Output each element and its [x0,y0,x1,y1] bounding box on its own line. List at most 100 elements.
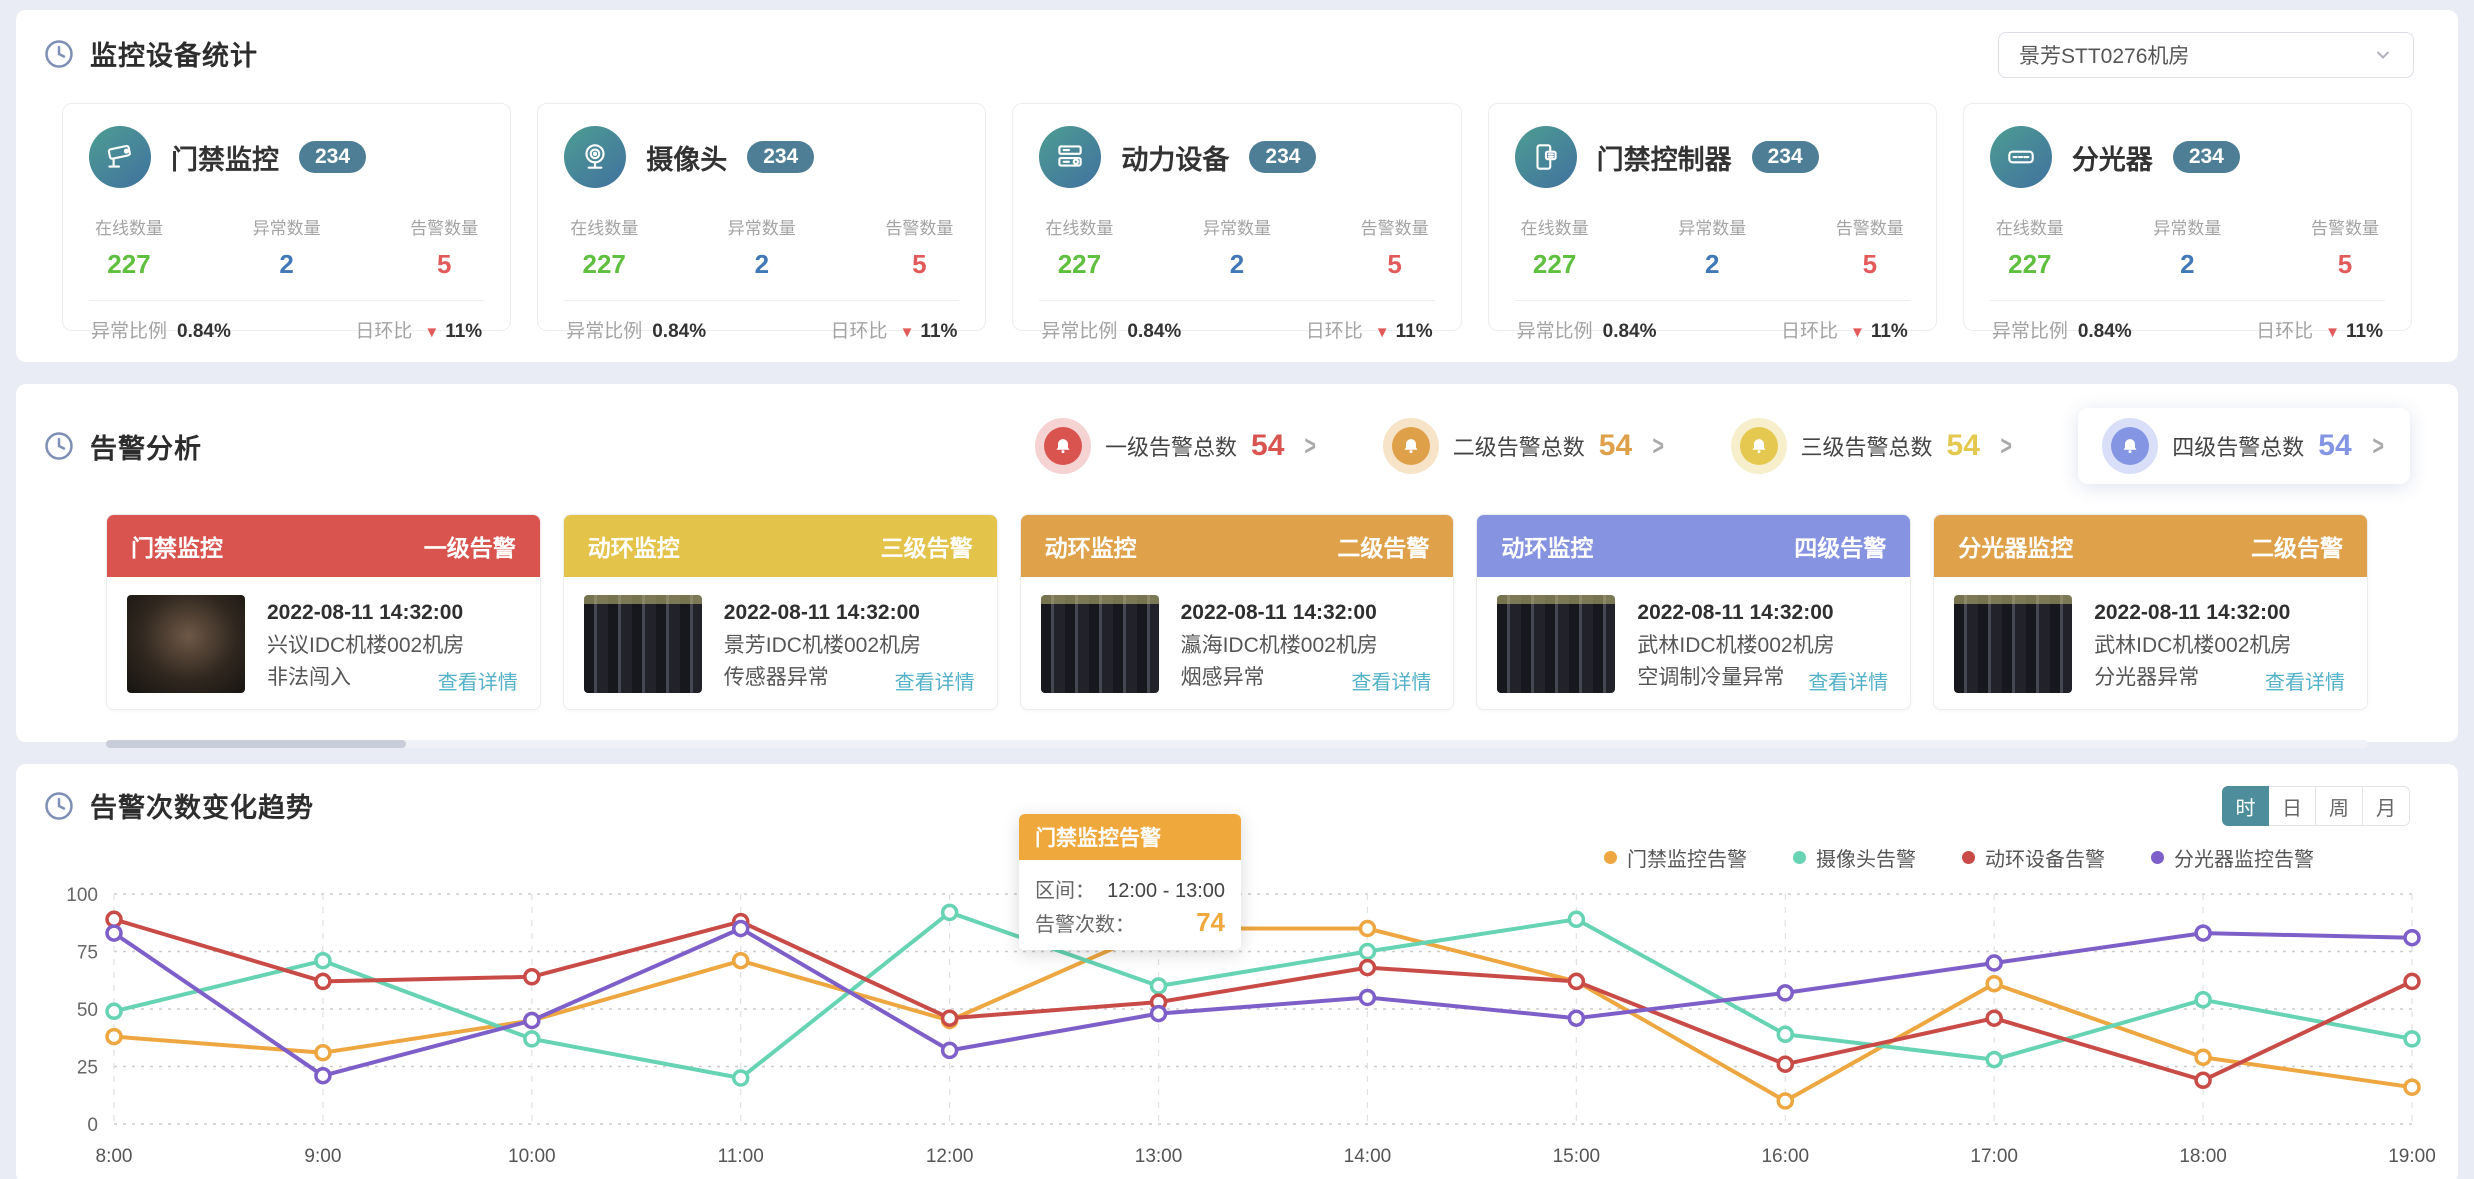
alarm-level: 三级告警 [881,529,973,563]
alarm-label: 告警数量 [1361,214,1429,239]
legend-item[interactable]: 门禁监控告警 [1604,843,1747,872]
online-value: 227 [1521,249,1589,280]
svg-text:14:00: 14:00 [1344,1146,1392,1167]
legend-item[interactable]: 摄像头告警 [1793,843,1916,872]
ratio-label: 异常比例 [91,321,167,342]
device-total-badge: 234 [1249,141,1316,173]
alarm-value: 5 [2311,249,2379,280]
alarm-bell-icon [2111,427,2149,465]
svg-text:8:00: 8:00 [96,1146,133,1167]
view-details-link[interactable]: 查看详情 [1808,666,1888,695]
legend-item[interactable]: 分光器监控告警 [2151,843,2314,872]
alarm-bell-icon [1740,427,1778,465]
abnormal-value: 2 [728,249,796,280]
device-card: 门禁控制器 234 在线数量227 异常数量2 告警数量5 异常比例0.84% … [1488,103,1937,331]
device-stats-panel: 监控设备统计 景芳STT0276机房 门禁监控 234 在线数量227 异常数量… [16,10,2458,362]
abnormal-value: 2 [2153,249,2221,280]
svg-text:9:00: 9:00 [304,1146,341,1167]
alarm-total-level2[interactable]: 二级告警总数 54 > [1383,418,1667,474]
alarm-time: 2022-08-11 14:32:00 [267,597,464,630]
alarm-card[interactable]: 分光器监控 二级告警 2022-08-11 14:32:00 武林IDC机楼00… [1933,514,2368,710]
alarm-label: 告警数量 [885,214,953,239]
alarm-total-label: 四级告警总数 [2172,430,2304,462]
range-button-hour[interactable]: 时 [2222,786,2269,826]
svg-text:0: 0 [87,1115,98,1136]
chevron-right-icon[interactable]: > [2000,432,2011,460]
view-details-link[interactable]: 查看详情 [438,666,518,695]
online-label: 在线数量 [1521,214,1589,239]
online-value: 227 [1996,249,2064,280]
view-details-link[interactable]: 查看详情 [895,666,975,695]
view-details-link[interactable]: 查看详情 [2265,666,2345,695]
device-name: 动力设备 [1121,138,1229,177]
alarm-total-level4[interactable]: 四级告警总数 54 > [2078,408,2410,484]
alarm-cards-row: 门禁监控 一级告警 2022-08-11 14:32:00 兴议IDC机楼002… [106,514,2368,710]
alarm-card[interactable]: 动环监控 三级告警 2022-08-11 14:32:00 景芳IDC机楼002… [563,514,998,710]
alarm-total-value: 54 [2318,429,2351,463]
cctv-camera-icon [89,126,151,188]
alarm-issue: 传感器异常 [724,662,921,695]
legend-label: 摄像头告警 [1816,843,1916,872]
chevron-right-icon[interactable]: > [1305,432,1316,460]
range-button-day[interactable]: 日 [2269,786,2316,826]
device-name: 摄像头 [646,138,727,177]
alarm-time: 2022-08-11 14:32:00 [2094,597,2291,630]
svg-text:15:00: 15:00 [1553,1146,1601,1167]
chevron-right-icon[interactable]: > [2372,432,2383,460]
alarm-source: 动环监控 [588,529,680,563]
alarm-total-level3[interactable]: 三级告警总数 54 > [1731,418,2015,474]
alarm-level: 二级告警 [2251,529,2343,563]
svg-text:12:00: 12:00 [926,1146,974,1167]
ratio-label: 异常比例 [1041,321,1117,342]
alarm-card[interactable]: 动环监控 四级告警 2022-08-11 14:32:00 武林IDC机楼002… [1476,514,1911,710]
view-details-link[interactable]: 查看详情 [1351,666,1431,695]
alarm-analysis-panel: 告警分析 一级告警总数 54 > 二级告警总数 54 > 三级告警总数 54 > [16,384,2458,742]
abnormal-label: 异常数量 [2153,214,2221,239]
alarm-snapshot [1041,595,1159,693]
alarm-source: 动环监控 [1501,529,1593,563]
alarm-snapshot [584,595,702,693]
range-button-month[interactable]: 月 [2363,786,2410,826]
range-button-week[interactable]: 周 [2316,786,2363,826]
svg-text:17:00: 17:00 [1970,1146,2018,1167]
svg-text:75: 75 [77,943,98,964]
chevron-right-icon[interactable]: > [1653,432,1664,460]
alarm-level: 一级告警 [424,529,516,563]
device-name: 门禁监控 [171,138,279,177]
abnormal-value: 2 [1678,249,1746,280]
alarm-total-label: 一级告警总数 [1105,430,1237,462]
alarm-issue: 空调制冷量异常 [1637,662,1834,695]
carousel-scrollbar-thumb[interactable] [106,740,406,748]
svg-text:25: 25 [77,1058,98,1079]
abnormal-value: 2 [253,249,321,280]
online-value: 227 [570,249,638,280]
dod-label: 日环比 [1781,321,1838,342]
alarm-label: 告警数量 [410,214,478,239]
triangle-down-icon: ▼ [900,324,915,341]
alarm-bell-icon [1392,427,1430,465]
room-select[interactable]: 景芳STT0276机房 [1998,32,2414,78]
legend-item[interactable]: 动环设备告警 [1962,843,2105,872]
alarm-issue: 烟感异常 [1181,662,1378,695]
online-label: 在线数量 [1996,214,2064,239]
dod-value: 11% [1396,321,1433,342]
alarm-total-value: 54 [1947,429,1980,463]
svg-text:16:00: 16:00 [1761,1146,1809,1167]
online-label: 在线数量 [95,214,163,239]
alarm-total-label: 二级告警总数 [1453,430,1585,462]
alarm-label: 告警数量 [1836,214,1904,239]
device-card: 摄像头 234 在线数量227 异常数量2 告警数量5 异常比例0.84% 日环… [537,103,986,331]
ratio-label: 异常比例 [1517,321,1593,342]
dod-value: 11% [920,321,957,342]
device-name: 分光器 [2072,138,2153,177]
alarm-totals-row: 一级告警总数 54 > 二级告警总数 54 > 三级告警总数 54 > 四级告警… [1035,408,2410,484]
clock-icon [44,39,74,69]
alarm-card[interactable]: 动环监控 二级告警 2022-08-11 14:32:00 瀛海IDC机楼002… [1020,514,1455,710]
alarm-value: 5 [1836,249,1904,280]
triangle-down-icon: ▼ [2325,324,2340,341]
chevron-down-icon [2373,45,2393,65]
tooltip-title: 门禁监控告警 [1019,814,1241,860]
ratio-value: 0.84% [1603,321,1657,342]
alarm-total-level1[interactable]: 一级告警总数 54 > [1035,418,1319,474]
alarm-card[interactable]: 门禁监控 一级告警 2022-08-11 14:32:00 兴议IDC机楼002… [106,514,541,710]
